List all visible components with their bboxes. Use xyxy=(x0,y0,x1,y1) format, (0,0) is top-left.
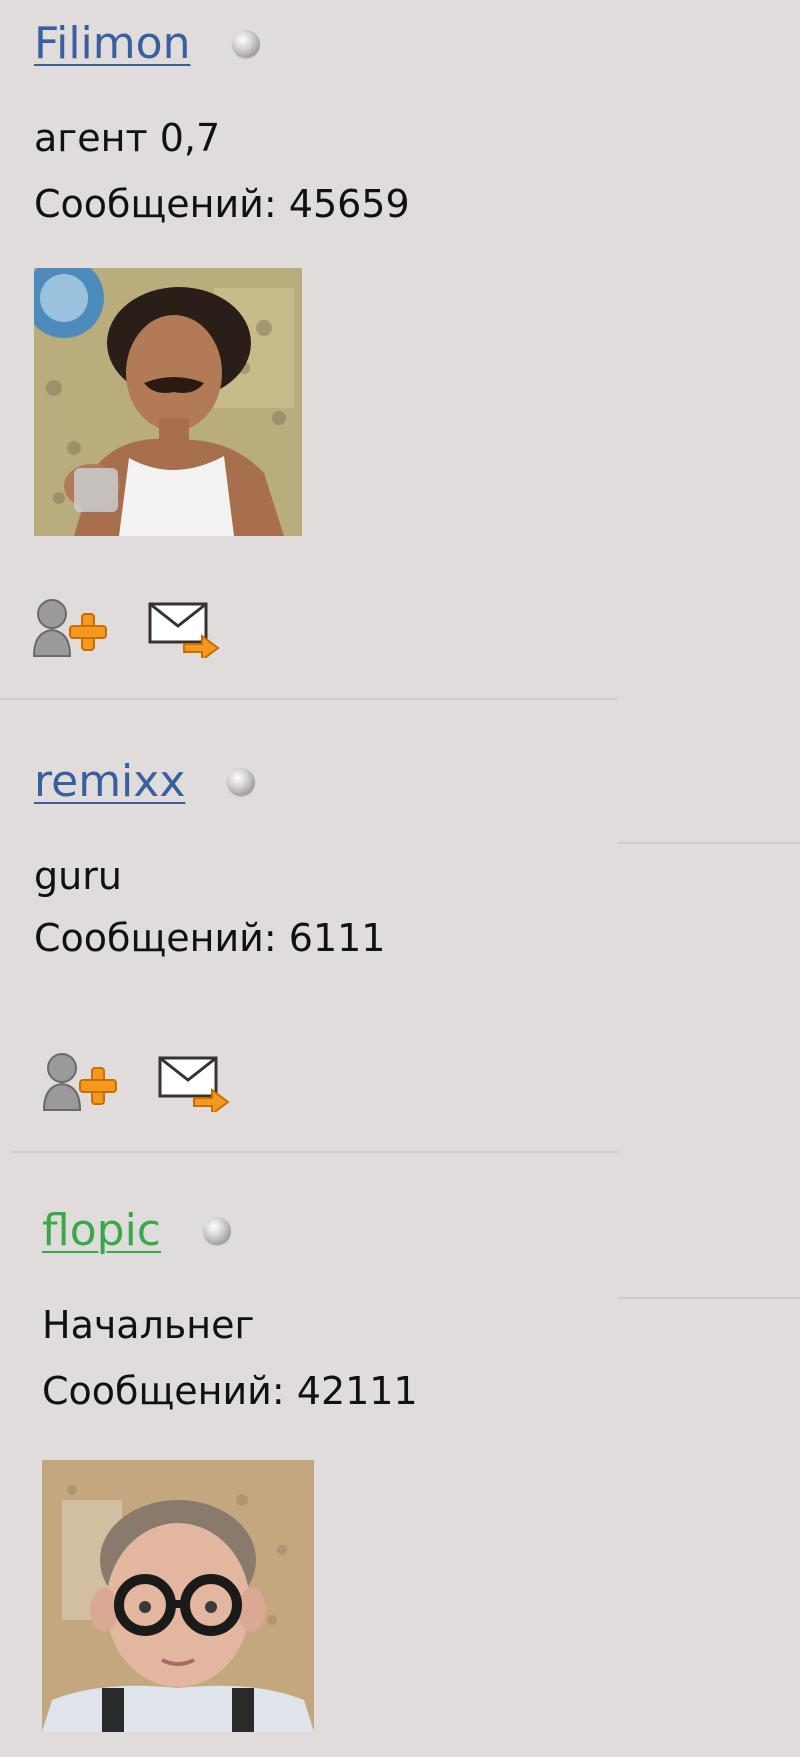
user-row: flopic xyxy=(42,1209,231,1253)
user-rank: Начальнег xyxy=(42,1303,255,1347)
post-divider xyxy=(10,1151,618,1153)
user-row: Filimon xyxy=(34,22,261,66)
username-link[interactable]: flopic xyxy=(42,1209,161,1253)
message-count: Сообщений: 6111 xyxy=(34,916,386,960)
add-friend-icon[interactable] xyxy=(32,598,110,662)
message-count-value: 45659 xyxy=(288,182,410,226)
message-count-label: Сообщений: xyxy=(34,916,277,960)
offline-status-icon xyxy=(232,30,261,58)
post-divider xyxy=(0,698,618,700)
avatar xyxy=(42,1460,314,1732)
message-count-value: 6111 xyxy=(288,916,386,960)
user-rank: агент 0,7 xyxy=(34,116,221,160)
message-count-value: 42111 xyxy=(296,1369,418,1413)
user-actions xyxy=(42,1052,232,1116)
user-actions xyxy=(32,598,222,662)
message-count-label: Сообщений: xyxy=(34,182,277,226)
user-rank: guru xyxy=(34,854,122,898)
username-link[interactable]: Filimon xyxy=(34,22,190,66)
column-divider xyxy=(618,842,800,844)
username-link[interactable]: remixx xyxy=(34,760,185,804)
send-message-icon[interactable] xyxy=(158,1056,232,1116)
user-row: remixx xyxy=(34,760,256,804)
message-count: Сообщений: 42111 xyxy=(42,1369,418,1413)
message-count: Сообщений: 45659 xyxy=(34,182,410,226)
send-message-icon[interactable] xyxy=(148,602,222,662)
offline-status-icon xyxy=(202,1217,231,1245)
avatar-photo xyxy=(42,1460,314,1732)
add-friend-icon[interactable] xyxy=(42,1052,120,1116)
message-count-label: Сообщений: xyxy=(42,1369,285,1413)
offline-status-icon xyxy=(227,768,256,796)
avatar xyxy=(34,268,302,536)
column-divider xyxy=(618,1297,800,1299)
avatar-photo xyxy=(34,268,302,536)
